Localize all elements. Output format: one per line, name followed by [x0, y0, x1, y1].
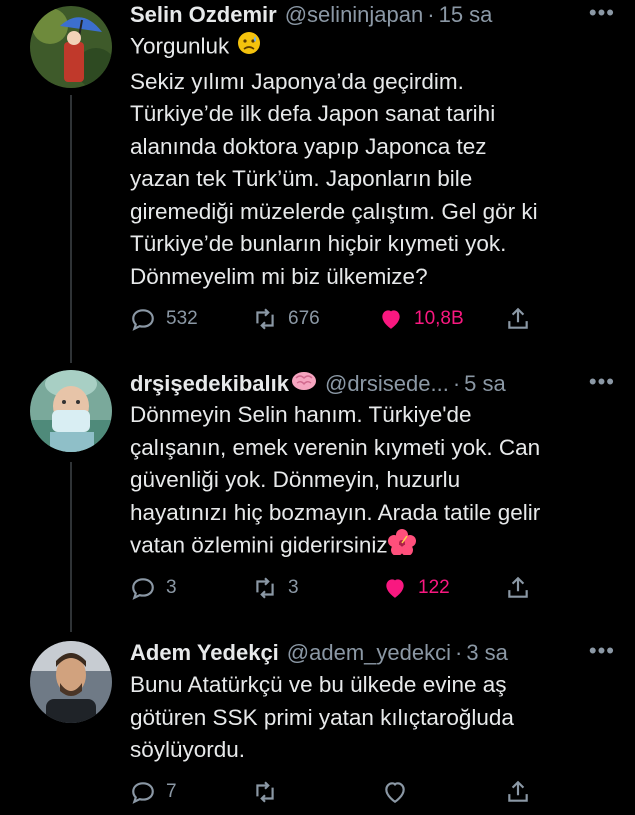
like-button[interactable]: 122	[382, 573, 450, 603]
retweet-button[interactable]: 3	[252, 573, 299, 603]
tweet-header: drşişedekibalık @drsisede... · 5 sa •••	[130, 369, 615, 399]
sad-face-emoji-icon	[236, 30, 262, 66]
reply-count: 7	[166, 781, 177, 802]
author-handle[interactable]: @adem_yedekci	[287, 640, 451, 666]
tweet-line: hayatınızı hiç bozmayın. Arada tatile ge…	[130, 499, 541, 525]
tweet-header: Selin Ozdemir @selininjapan · 15 sa •••	[130, 0, 615, 30]
like-button[interactable]	[382, 777, 418, 807]
heart-outline-icon	[385, 782, 405, 804]
action-bar: 532 676 10,8B	[130, 304, 540, 334]
share-button[interactable]	[505, 777, 531, 807]
more-options-icon[interactable]: •••	[589, 0, 615, 26]
tweet-line: Türkiye’de ilk defa Japon sanat tarihi	[130, 101, 496, 126]
author-name[interactable]: Adem Yedekçi	[130, 640, 279, 666]
timestamp[interactable]: 5 sa	[464, 371, 506, 397]
timestamp[interactable]: 3 sa	[466, 640, 508, 666]
like-button[interactable]: 10,8B	[378, 304, 464, 334]
reply-button[interactable]: 3	[130, 573, 177, 603]
tweet-line: Dönmeyin Selin hanım. Türkiye'de	[130, 402, 472, 427]
tweet[interactable]: Selin Ozdemir @selininjapan · 15 sa ••• …	[0, 0, 635, 350]
share-icon	[508, 780, 528, 802]
share-icon	[508, 307, 528, 329]
author-handle[interactable]: @drsisede...	[325, 371, 449, 397]
reply-count: 532	[166, 308, 198, 329]
tweet-line: söylüyordu.	[130, 737, 246, 762]
tweet-line: Sekiz yılımı Japonya’da geçirdim.	[130, 68, 464, 94]
avatar[interactable]	[30, 370, 112, 452]
hibiscus-emoji-icon	[387, 529, 416, 565]
share-icon	[508, 576, 528, 598]
tweet-line: yazan tek Türk’üm. Japonların bile	[130, 166, 473, 191]
heart-filled-icon	[382, 310, 400, 329]
retweet-icon	[256, 781, 274, 803]
tweet-line: Türkiye’de bunların hiçbir kıymeti yok.	[130, 231, 507, 256]
avatar[interactable]	[30, 6, 112, 88]
tweet-line: çalışanın, emek verenin kıymeti yok. Can	[130, 434, 541, 460]
reply-icon	[132, 578, 154, 600]
retweet-icon	[256, 308, 274, 330]
more-options-icon[interactable]: •••	[589, 638, 615, 664]
reply-icon	[132, 782, 154, 804]
reply-count: 3	[166, 577, 177, 598]
tweet-line: vatan özlemini giderirsiniz	[130, 532, 388, 558]
tweet-line: alanında doktora yapıp Japonca tez	[130, 133, 487, 159]
separator-dot: ·	[452, 371, 461, 396]
author-name[interactable]: Selin Ozdemir	[130, 2, 277, 28]
tweet-line: götüren SSK primi yatan kılıçtaroğluda	[130, 704, 514, 730]
tweet-line: Bunu Atatürkçü ve bu ülkede evine aş	[130, 672, 507, 697]
tweet-line: Yorgunluk	[130, 33, 230, 59]
retweet-button[interactable]	[252, 777, 288, 807]
action-bar: 3 3 122	[130, 573, 540, 603]
reply-icon	[132, 309, 154, 331]
tweet-text: Yorgunluk Sekiz yılımı Japonya’da geçird…	[130, 30, 605, 293]
author-handle[interactable]: @selininjapan	[285, 2, 424, 28]
brain-emoji-icon	[291, 370, 317, 398]
tweet-line: güvenliği yok. Dönmeyin, huzurlu	[130, 467, 461, 492]
tweet[interactable]: drşişedekibalık @drsisede... · 5 sa ••• …	[0, 365, 635, 620]
retweet-count: 3	[288, 577, 299, 598]
retweet-button[interactable]: 676	[252, 304, 320, 334]
timestamp[interactable]: 15 sa	[439, 2, 493, 28]
separator-dot: ·	[427, 2, 435, 27]
tweet[interactable]: Adem Yedekçi @adem_yedekci · 3 sa ••• Bu…	[0, 636, 635, 815]
action-bar: 7	[130, 777, 540, 807]
tweet-header: Adem Yedekçi @adem_yedekci · 3 sa •••	[130, 638, 615, 668]
tweet-line: Dönmeyelim mi biz ülkemize?	[130, 263, 428, 289]
retweet-count: 676	[288, 308, 320, 329]
reply-button[interactable]: 7	[130, 777, 177, 807]
tweet-text: Dönmeyin Selin hanım. Türkiye'de çalışan…	[130, 399, 605, 565]
tweet-line: giremediği müzelerde çalıştım. Gel gör k…	[130, 198, 538, 224]
author-name[interactable]: drşişedekibalık	[130, 371, 289, 397]
retweet-icon	[256, 577, 274, 599]
tweet-text: Bunu Atatürkçü ve bu ülkede evine aş göt…	[130, 669, 605, 767]
reply-button[interactable]: 532	[130, 304, 198, 334]
like-count: 10,8B	[414, 308, 464, 329]
separator-dot: ·	[455, 640, 463, 665]
share-button[interactable]	[505, 573, 531, 603]
share-button[interactable]	[505, 304, 531, 334]
heart-filled-icon	[386, 579, 404, 598]
like-count: 122	[418, 577, 450, 598]
avatar[interactable]	[30, 641, 112, 723]
more-options-icon[interactable]: •••	[589, 369, 615, 395]
